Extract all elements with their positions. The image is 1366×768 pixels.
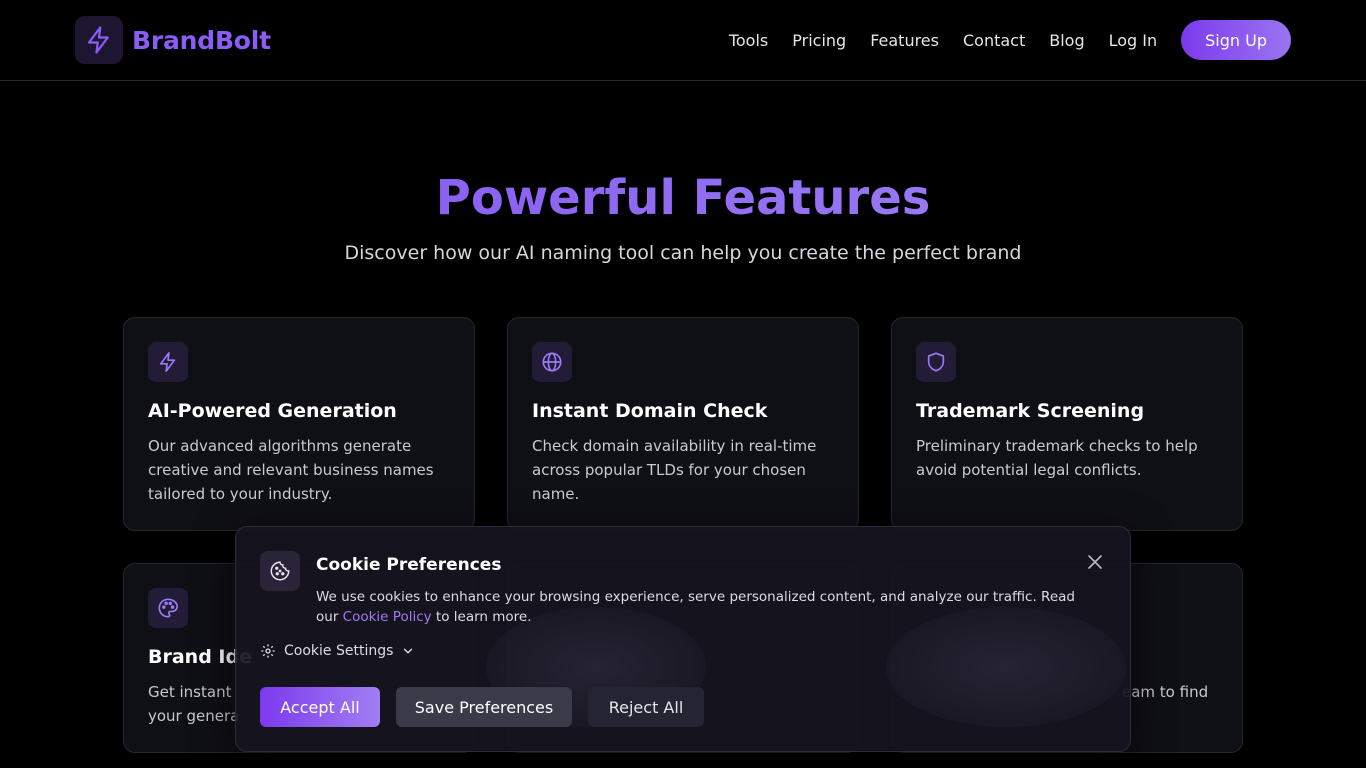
nav-tools[interactable]: Tools <box>729 31 768 50</box>
page-title: Powerful Features <box>0 170 1366 226</box>
signup-button[interactable]: Sign Up <box>1181 20 1291 60</box>
nav-features[interactable]: Features <box>870 31 939 50</box>
palette-icon <box>148 588 188 628</box>
page-subtitle: Discover how our AI naming tool can help… <box>344 242 1022 264</box>
nav-blog[interactable]: Blog <box>1049 31 1084 50</box>
feature-title: Instant Domain Check <box>532 400 768 422</box>
cookie-icon <box>260 551 300 591</box>
chevron-down-icon <box>401 644 415 658</box>
close-icon[interactable] <box>1084 551 1106 573</box>
feature-description: Preliminary trademark checks to help avo… <box>916 437 1198 479</box>
accept-all-button[interactable]: Accept All <box>260 687 380 727</box>
feature-card: AI-Powered Generation Our advanced algor… <box>123 317 475 531</box>
save-preferences-button[interactable]: Save Preferences <box>396 687 572 727</box>
cookie-text-after: to learn more. <box>435 609 532 625</box>
feature-description: eam to find <box>1122 683 1209 701</box>
reject-all-button[interactable]: Reject All <box>588 687 704 727</box>
feature-description: Our advanced algorithms generate creativ… <box>148 437 434 503</box>
bolt-icon <box>75 16 123 64</box>
feature-description: Get instant your genera <box>148 683 240 725</box>
nav-contact[interactable]: Contact <box>963 31 1025 50</box>
nav-login[interactable]: Log In <box>1109 31 1158 50</box>
feature-title: AI-Powered Generation <box>148 400 397 422</box>
cookie-settings-toggle[interactable]: Cookie Settings <box>260 643 415 659</box>
main-nav: Tools Pricing Features Contact Blog Log … <box>729 20 1291 60</box>
brand-name: BrandBolt <box>132 25 271 55</box>
globe-icon <box>532 342 572 382</box>
cookie-title: Cookie Preferences <box>316 555 502 575</box>
feature-card: Instant Domain Check Check domain availa… <box>507 317 859 531</box>
shield-icon <box>916 342 956 382</box>
feature-description: Check domain availability in real-time a… <box>532 437 817 503</box>
bolt-icon <box>148 342 188 382</box>
cookie-banner: Cookie Preferences We use cookies to enh… <box>235 526 1131 752</box>
nav-pricing[interactable]: Pricing <box>792 31 846 50</box>
feature-card: Trademark Screening Preliminary trademar… <box>891 317 1243 531</box>
cookie-settings-label: Cookie Settings <box>284 643 394 659</box>
site-header: BrandBolt Tools Pricing Features Contact… <box>0 0 1366 81</box>
cookie-policy-link[interactable]: Cookie Policy <box>343 609 432 625</box>
feature-title: Trademark Screening <box>916 400 1145 422</box>
cookie-message: We use cookies to enhance your browsing … <box>316 587 1096 627</box>
gear-icon <box>260 643 276 659</box>
logo[interactable]: BrandBolt <box>75 16 271 64</box>
